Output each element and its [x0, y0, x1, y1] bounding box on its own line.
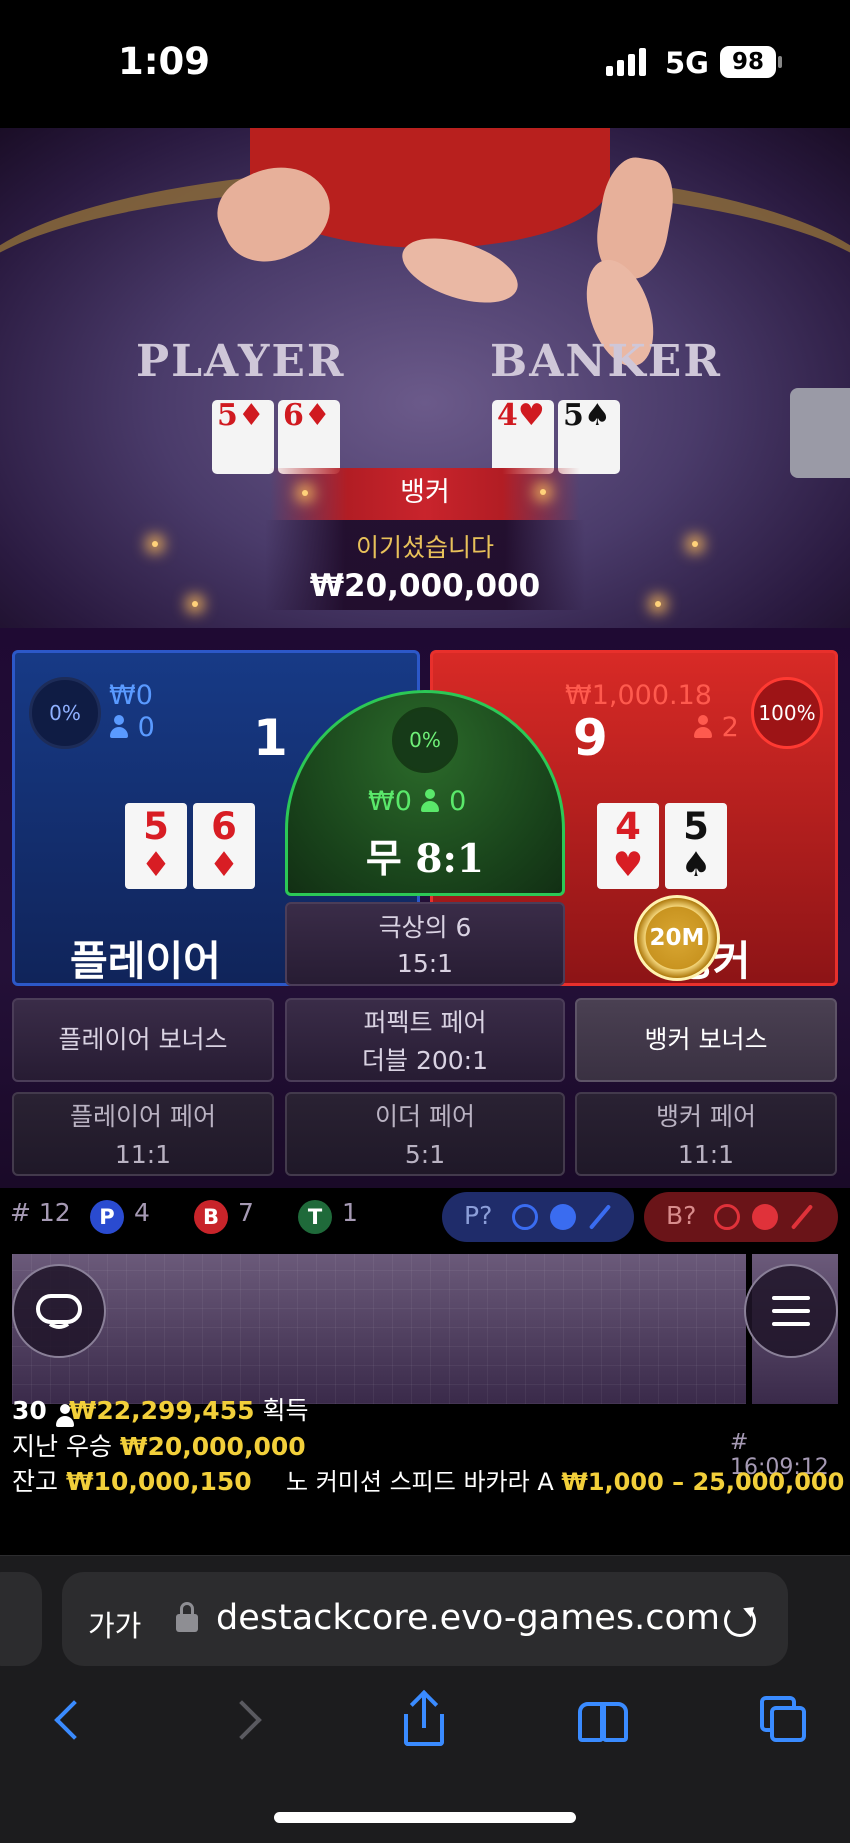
menu-button[interactable] [744, 1264, 838, 1358]
person-icon [109, 715, 129, 739]
sparkle [540, 489, 546, 495]
sparkle [692, 541, 698, 547]
felt-card: 5♠ [558, 400, 620, 474]
felt-card: 6♦ [278, 400, 340, 474]
banker-percent: 100% [751, 677, 823, 749]
tie-count: T1 [298, 1198, 358, 1234]
predict-cockroach-icon [790, 1204, 814, 1230]
predict-small-road-icon [752, 1204, 778, 1230]
player-badge: P [90, 1200, 124, 1234]
win-panel: 이기셨습니다 ₩20,000,000 [265, 520, 585, 610]
reload-icon[interactable] [724, 1605, 756, 1637]
tie-badge: T [298, 1200, 332, 1234]
perfect-pair-button[interactable]: 퍼펙트 페어 더블 200:1 [285, 998, 565, 1082]
banker-card: 5 ♠ [665, 803, 727, 889]
result-banner: 뱅커 [270, 468, 580, 520]
banker-bonus-button[interactable]: 뱅커 보너스 [575, 998, 837, 1082]
screen: 1:09 5G 98 PLAYER BANKER 5♦ 6♦ 4♥ 5♠ 뱅커 … [0, 0, 850, 1843]
bookmarks-icon[interactable] [578, 1696, 632, 1748]
url-text[interactable]: destackcore.evo-games.com [216, 1598, 720, 1638]
sparkle [655, 601, 661, 607]
banker-card: 4 ♥ [597, 803, 659, 889]
felt-player-label: PLAYER [136, 336, 346, 387]
either-pair-button[interactable]: 이더 페어 5:1 [285, 1092, 565, 1176]
person-icon [420, 789, 440, 813]
player-predict-button[interactable]: P? [442, 1192, 634, 1242]
hamburger-icon [772, 1296, 810, 1326]
win-amount: ₩20,000,000 [309, 568, 541, 604]
sparkle [152, 541, 158, 547]
last-win-line: 지난 우승 ₩20,000,000 [12, 1432, 306, 1461]
predict-big-road-icon [714, 1204, 740, 1230]
lock-icon [176, 1602, 198, 1632]
status-time: 1:09 [118, 40, 211, 83]
player-bonus-button[interactable]: 플레이어 보너스 [12, 998, 274, 1082]
player-count: 0 [109, 713, 155, 743]
player-title: 플레이어 [70, 937, 221, 985]
felt-card: 4♥ [492, 400, 554, 474]
sparkle [192, 601, 198, 607]
chat-icon [36, 1294, 82, 1329]
bet-chip[interactable]: 20M [634, 895, 720, 981]
banker-wins: B7 [194, 1198, 254, 1234]
battery-icon: 98 [720, 46, 776, 78]
chat-button[interactable] [12, 1264, 106, 1358]
sparkle [302, 490, 308, 496]
balance-line: 잔고 ₩10,000,150 [12, 1467, 252, 1496]
player-percent: 0% [29, 677, 101, 749]
banker-score: 9 [573, 709, 608, 767]
felt-banker-label: BANKER [490, 336, 722, 387]
super6-bet-button[interactable]: 극상의 6 15:1 [285, 902, 565, 986]
win-title: 이기셨습니다 [355, 533, 494, 562]
battery-nub [778, 56, 782, 68]
felt-card: 5♦ [212, 400, 274, 474]
player-pair-button[interactable]: 플레이어 페어 11:1 [12, 1092, 274, 1176]
table-info: 노 커미션 스피드 바카라 A ₩1,000 – 25,000,000 [286, 1468, 845, 1496]
round-number: # 12 [10, 1198, 71, 1227]
signal-icon [606, 48, 650, 76]
winners-line: 30 ₩22,299,455 획득 [12, 1396, 309, 1427]
roadmap-grid[interactable] [12, 1254, 746, 1404]
person-icon [693, 715, 713, 739]
predict-big-road-icon [512, 1204, 538, 1230]
person-icon [55, 1404, 74, 1427]
player-card: 5 ♦ [125, 803, 187, 889]
previous-tab[interactable] [0, 1572, 42, 1666]
network-label: 5G [665, 46, 709, 80]
player-card: 6 ♦ [193, 803, 255, 889]
banker-pair-button[interactable]: 뱅커 페어 11:1 [575, 1092, 837, 1176]
player-score: 1 [253, 709, 288, 767]
status-bar: 1:09 5G 98 [0, 0, 850, 128]
banker-count: 2 [693, 713, 739, 743]
predict-cockroach-icon [588, 1204, 612, 1230]
tabs-icon[interactable] [760, 1696, 810, 1748]
banker-predict-button[interactable]: B? [644, 1192, 838, 1242]
tie-percent: 0% [392, 707, 458, 773]
predict-small-road-icon [550, 1204, 576, 1230]
text-size-button[interactable]: 가가 [88, 1603, 141, 1645]
forward-icon[interactable] [228, 1696, 268, 1748]
tie-amount: ₩0 0 [368, 786, 467, 817]
banker-amount: ₩1,000.18 [565, 680, 712, 711]
banker-badge: B [194, 1200, 228, 1234]
share-icon[interactable] [402, 1689, 448, 1748]
player-wins: P4 [90, 1198, 150, 1234]
tie-label: 무 8:1 [365, 836, 485, 882]
player-amount: ₩0 [109, 680, 153, 711]
home-indicator [274, 1812, 576, 1823]
card-shoe [790, 388, 850, 478]
back-icon[interactable] [48, 1696, 88, 1748]
